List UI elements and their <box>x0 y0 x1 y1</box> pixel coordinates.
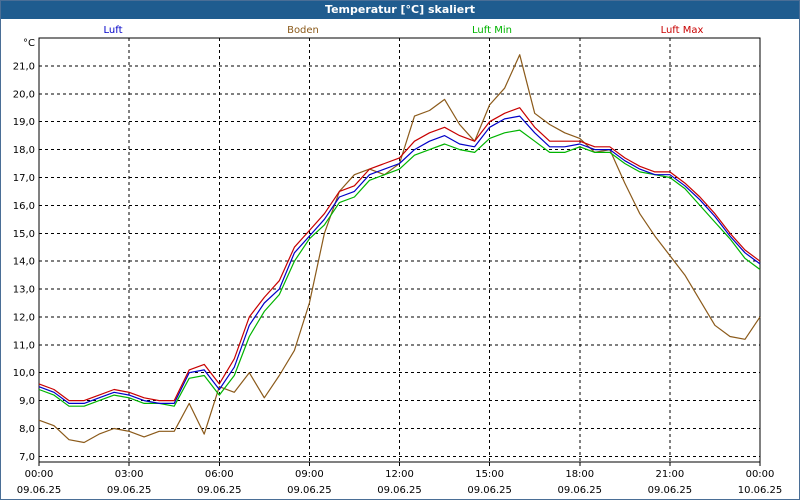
temperature-chart: Luft Boden Luft Min Luft Max 7,0 8,0 9,0 10,0 1… <box>13 25 783 496</box>
legend-item-luft-min: Luft Min <box>472 25 512 36</box>
tick-labels: 7,0 8,0 9,0 10,0 11,0 12,0 13,0 14,0 15,0 16,0 17,… <box>13 38 783 496</box>
x-tick-date: 09.06.25 <box>557 485 602 496</box>
legend-item-boden: Boden <box>287 25 319 36</box>
y-tick-label: 7,0 <box>19 452 35 463</box>
x-tick-time: 21:00 <box>655 469 684 480</box>
x-tick-time: 03:00 <box>115 469 144 480</box>
y-tick-label: 8,0 <box>19 424 35 435</box>
x-tick-date: 09.06.25 <box>648 485 693 496</box>
axes <box>38 37 761 466</box>
x-tick-date: 09.06.25 <box>467 485 512 496</box>
y-tick-label: 9,0 <box>19 396 35 407</box>
x-tick-time: 06:00 <box>205 469 234 480</box>
y-tick-label: 21,0 <box>13 61 35 72</box>
y-tick-label: 17,0 <box>13 173 35 184</box>
x-tick-date: 09.06.25 <box>107 485 152 496</box>
y-tick-label: 13,0 <box>13 285 35 296</box>
y-tick-label: 20,0 <box>13 89 35 100</box>
x-tick-time: 18:00 <box>565 469 594 480</box>
x-tick-time: 00:00 <box>25 469 54 480</box>
legend-item-luft-max: Luft Max <box>661 25 704 36</box>
y-tick-label: 16,0 <box>13 201 35 212</box>
y-axis-unit: °C <box>23 38 35 49</box>
x-tick-time: 12:00 <box>385 469 414 480</box>
y-tick-label: 12,0 <box>13 312 35 323</box>
y-tick-label: 14,0 <box>13 257 35 268</box>
y-tick-label: 19,0 <box>13 117 35 128</box>
y-tick-label: 10,0 <box>13 368 35 379</box>
x-tick-date: 09.06.25 <box>197 485 242 496</box>
legend: Luft Boden Luft Min Luft Max <box>104 25 704 36</box>
x-tick-date: 09.06.25 <box>377 485 422 496</box>
x-tick-date: 09.06.25 <box>287 485 332 496</box>
x-tick-time: 09:00 <box>295 469 324 480</box>
y-tick-label: 18,0 <box>13 145 35 156</box>
legend-item-luft: Luft <box>104 25 123 36</box>
x-tick-time: 15:00 <box>475 469 504 480</box>
x-tick-time: 00:00 <box>746 469 775 480</box>
x-tick-date: 10.06.25 <box>738 485 783 496</box>
x-tick-date: 09.06.25 <box>17 485 62 496</box>
y-tick-label: 15,0 <box>13 229 35 240</box>
y-tick-label: 11,0 <box>13 340 35 351</box>
